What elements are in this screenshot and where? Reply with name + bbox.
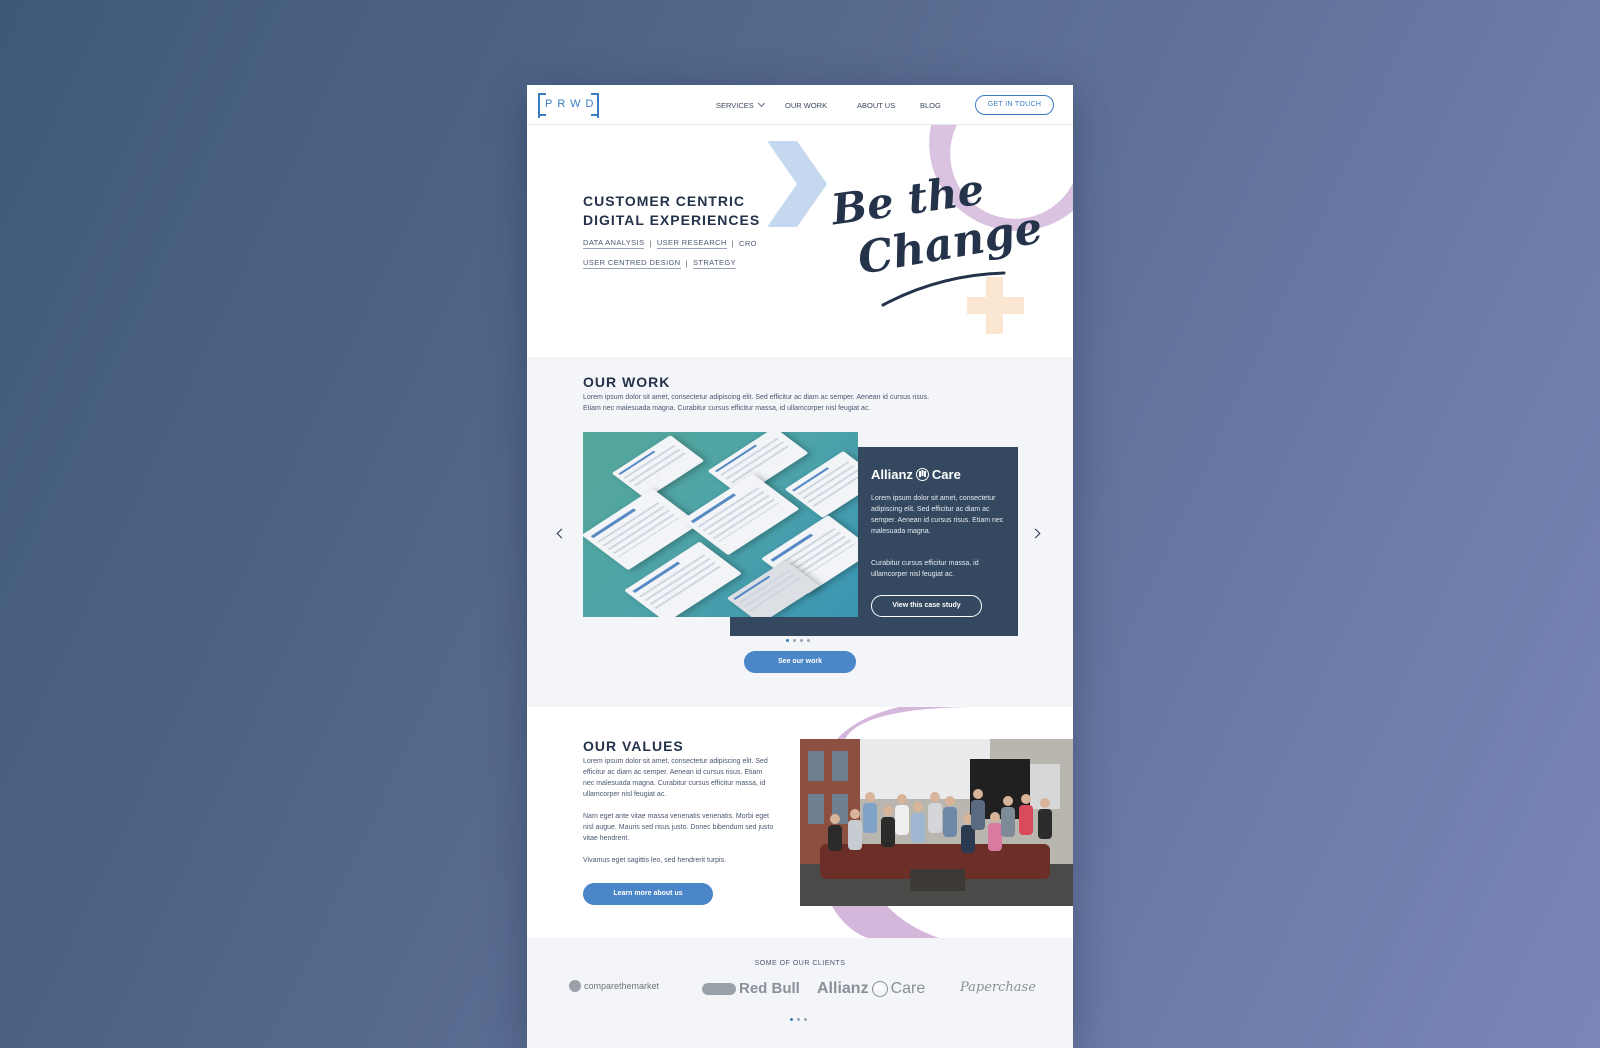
ring-shape-top bbox=[837, 707, 967, 739]
tag-user-centred-design[interactable]: USER CENTRED DESIGN bbox=[583, 258, 681, 269]
case-study-para1: Lorem ipsum dolor sit amet, consectetur … bbox=[871, 495, 1004, 535]
allianz-client-right: Care bbox=[890, 980, 926, 997]
hero-title-line1: CUSTOMER CENTRIC bbox=[583, 193, 745, 209]
carousel-dot[interactable] bbox=[786, 639, 789, 642]
learn-more-button[interactable]: Learn more about us bbox=[583, 883, 713, 905]
our-values-section: OUR VALUES Lorem ipsum dolor sit amet, c… bbox=[527, 707, 1073, 938]
allianz-care-logo: Allianz Care bbox=[871, 467, 961, 482]
clients-label: SOME OF OUR CLIENTS bbox=[754, 960, 846, 967]
carousel-next-arrow[interactable] bbox=[1030, 528, 1041, 539]
case-study-para2: Curabitur cursus efficitur massa, id ull… bbox=[871, 560, 979, 578]
tag-strategy[interactable]: STRATEGY bbox=[692, 258, 737, 269]
our-work-intro-line1: Lorem ipsum dolor sit amet, consectetur … bbox=[583, 394, 930, 401]
page: PRWD SERVICES OUR WORK ABOUT US BLOG GET… bbox=[527, 85, 1073, 1048]
hero-title-line2: DIGITAL EXPERIENCES bbox=[583, 212, 761, 228]
hero-title: CUSTOMER CENTRIC DIGITAL EXPERIENCES bbox=[583, 192, 760, 230]
chevron-down-icon bbox=[757, 99, 765, 108]
carousel-dot[interactable] bbox=[804, 1018, 807, 1021]
nav-services-label: SERVICES bbox=[716, 101, 754, 110]
allianz-client-mark-icon bbox=[871, 981, 888, 997]
tag-cro[interactable]: CRO bbox=[739, 239, 757, 249]
our-values-para3: Vivamus eget sagittis leo, sed hendrerit… bbox=[583, 857, 727, 864]
our-values-para1: Lorem ipsum dolor sit amet, consectetur … bbox=[583, 758, 768, 798]
site-header: PRWD SERVICES OUR WORK ABOUT US BLOG GET… bbox=[527, 85, 1073, 125]
logo-text: PRWD bbox=[545, 98, 599, 110]
nav-our-work[interactable]: OUR WORK bbox=[785, 101, 827, 110]
our-values-title: OUR VALUES bbox=[583, 738, 684, 754]
allianz-logo-left: Allianz bbox=[871, 467, 913, 482]
carousel-prev-arrow[interactable] bbox=[556, 528, 567, 539]
carousel-dot[interactable] bbox=[797, 1018, 800, 1021]
our-work-section: OUR WORK Lorem ipsum dolor sit amet, con… bbox=[527, 357, 1073, 707]
bull-icon bbox=[702, 982, 736, 995]
team-photo bbox=[800, 739, 1073, 906]
carousel-dot[interactable] bbox=[790, 1018, 793, 1021]
ring-shape-bottom bbox=[832, 906, 939, 938]
carousel-dot[interactable] bbox=[793, 639, 796, 642]
tag-data-analysis[interactable]: DATA ANALYSIS bbox=[583, 238, 645, 249]
chevron-shape bbox=[767, 141, 827, 227]
nav-services[interactable]: SERVICES bbox=[716, 99, 765, 110]
tag-separator: | bbox=[685, 259, 688, 268]
tag-separator: | bbox=[731, 239, 734, 248]
get-in-touch-button[interactable]: GET IN TOUCH bbox=[975, 95, 1054, 115]
carousel-dot[interactable] bbox=[807, 639, 810, 642]
client-logo-allianz-care[interactable]: Allianz Care bbox=[817, 980, 925, 998]
our-work-intro-line2: Etiam nec malesuada magna. Curabitur cur… bbox=[583, 405, 871, 412]
work-carousel-dots bbox=[786, 639, 810, 642]
clients-section: SOME OF OUR CLIENTS comparethemarket Red… bbox=[527, 938, 1073, 1048]
tag-separator: | bbox=[649, 239, 652, 248]
see-our-work-button[interactable]: See our work bbox=[744, 651, 856, 673]
hero-section: CUSTOMER CENTRIC DIGITAL EXPERIENCES DAT… bbox=[527, 125, 1073, 357]
comparethemarket-text: comparethemarket bbox=[584, 981, 660, 991]
service-tags-row2: USER CENTRED DESIGN | STRATEGY bbox=[583, 258, 737, 269]
view-case-study-button[interactable]: View this case study bbox=[871, 595, 982, 617]
mockup-page bbox=[611, 435, 705, 499]
client-logo-redbull[interactable]: Red Bull bbox=[702, 980, 800, 997]
allianz-client-left: Allianz bbox=[817, 980, 869, 997]
tag-user-research[interactable]: USER RESEARCH bbox=[656, 238, 727, 249]
script-swash bbox=[881, 271, 1006, 307]
meerkat-icon bbox=[569, 980, 581, 992]
nav-blog[interactable]: BLOG bbox=[920, 101, 941, 110]
team-photo-illustration bbox=[800, 739, 1073, 906]
our-work-title: OUR WORK bbox=[583, 374, 671, 390]
case-study-image[interactable] bbox=[583, 432, 858, 617]
prwd-logo[interactable]: PRWD bbox=[538, 93, 599, 118]
carousel-dot[interactable] bbox=[800, 639, 803, 642]
nav-about-us[interactable]: ABOUT US bbox=[857, 101, 895, 110]
allianz-logo-right: Care bbox=[931, 467, 961, 482]
client-logo-paperchase[interactable]: Paperchase bbox=[960, 980, 1036, 995]
our-work-intro: Lorem ipsum dolor sit amet, consectetur … bbox=[583, 392, 1023, 414]
our-values-para2: Nam eget ante vitae massa venenatis vene… bbox=[583, 813, 774, 842]
clients-carousel-dots bbox=[790, 1018, 807, 1021]
client-logo-comparethemarket[interactable]: comparethemarket bbox=[569, 980, 659, 992]
service-tags-row1: DATA ANALYSIS | USER RESEARCH | CRO bbox=[583, 238, 757, 249]
allianz-mark-icon bbox=[915, 468, 929, 481]
redbull-text: Red Bull bbox=[739, 980, 800, 997]
